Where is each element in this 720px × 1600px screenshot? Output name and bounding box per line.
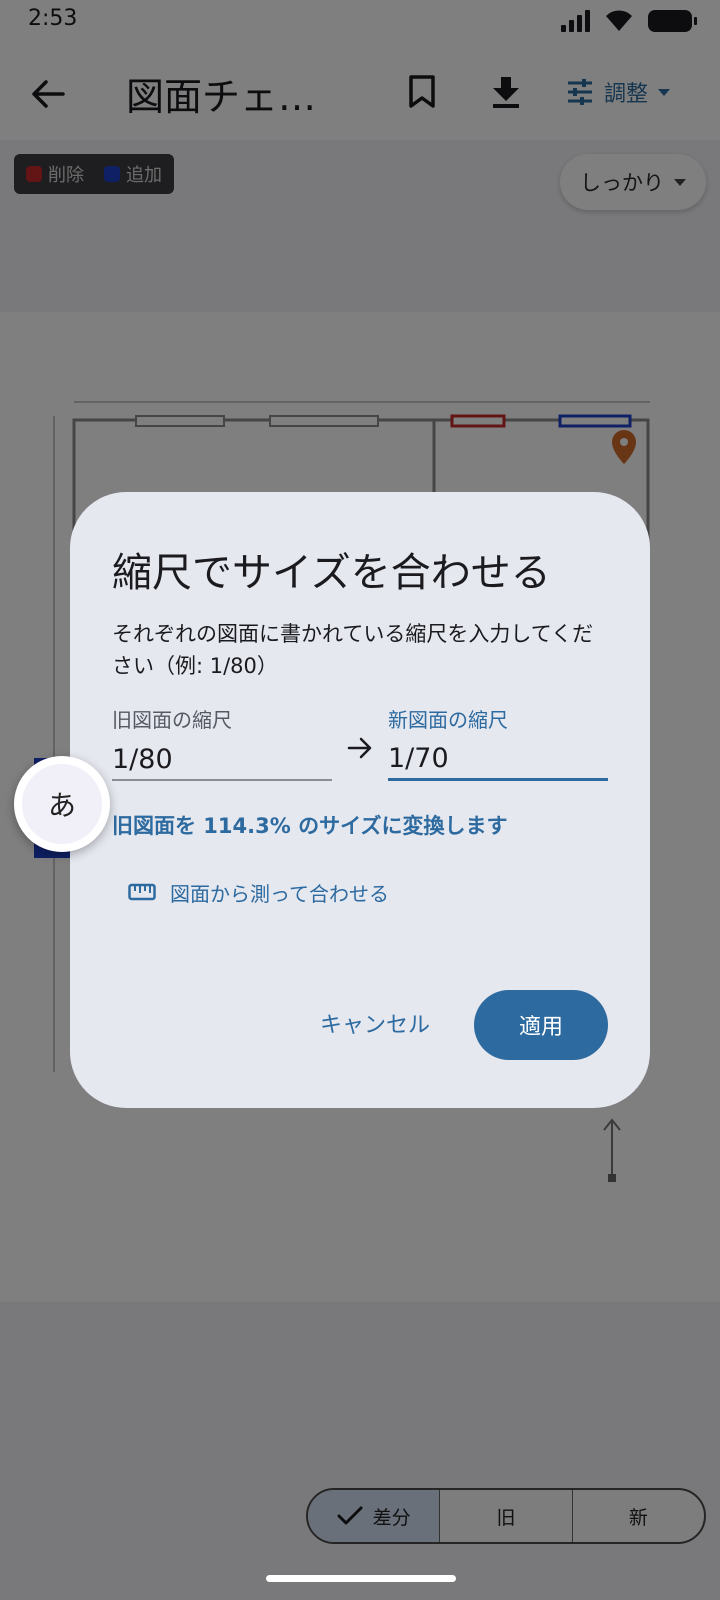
apply-button[interactable]: 適用 [474,990,608,1060]
ruler-icon [128,883,156,901]
new-scale-field: 新図面の縮尺 [388,704,608,781]
measure-from-drawing-button[interactable]: 図面から測って合わせる [128,864,389,920]
new-scale-label: 新図面の縮尺 [388,708,508,732]
old-scale-field: 旧図面の縮尺 [112,704,332,781]
dialog-title: 縮尺でサイズを合わせる [112,550,551,596]
new-scale-input[interactable] [388,733,608,781]
old-scale-input[interactable] [112,733,332,781]
measure-label: 図面から測って合わせる [170,881,389,906]
home-indicator[interactable] [266,1575,456,1582]
old-scale-label: 旧図面の縮尺 [112,708,232,732]
dialog-description: それぞれの図面に書かれている縮尺を入力してください（例: 1/80） [112,622,594,678]
conversion-summary: 旧図面を 114.3% のサイズに変換します [112,814,508,838]
scale-dialog: 縮尺でサイズを合わせる それぞれの図面に書かれている縮尺を入力してください（例:… [70,492,650,1108]
cancel-button[interactable]: キャンセル [310,990,440,1056]
ime-toggle-button[interactable]: あ [14,756,110,852]
arrow-right-icon [347,737,372,759]
